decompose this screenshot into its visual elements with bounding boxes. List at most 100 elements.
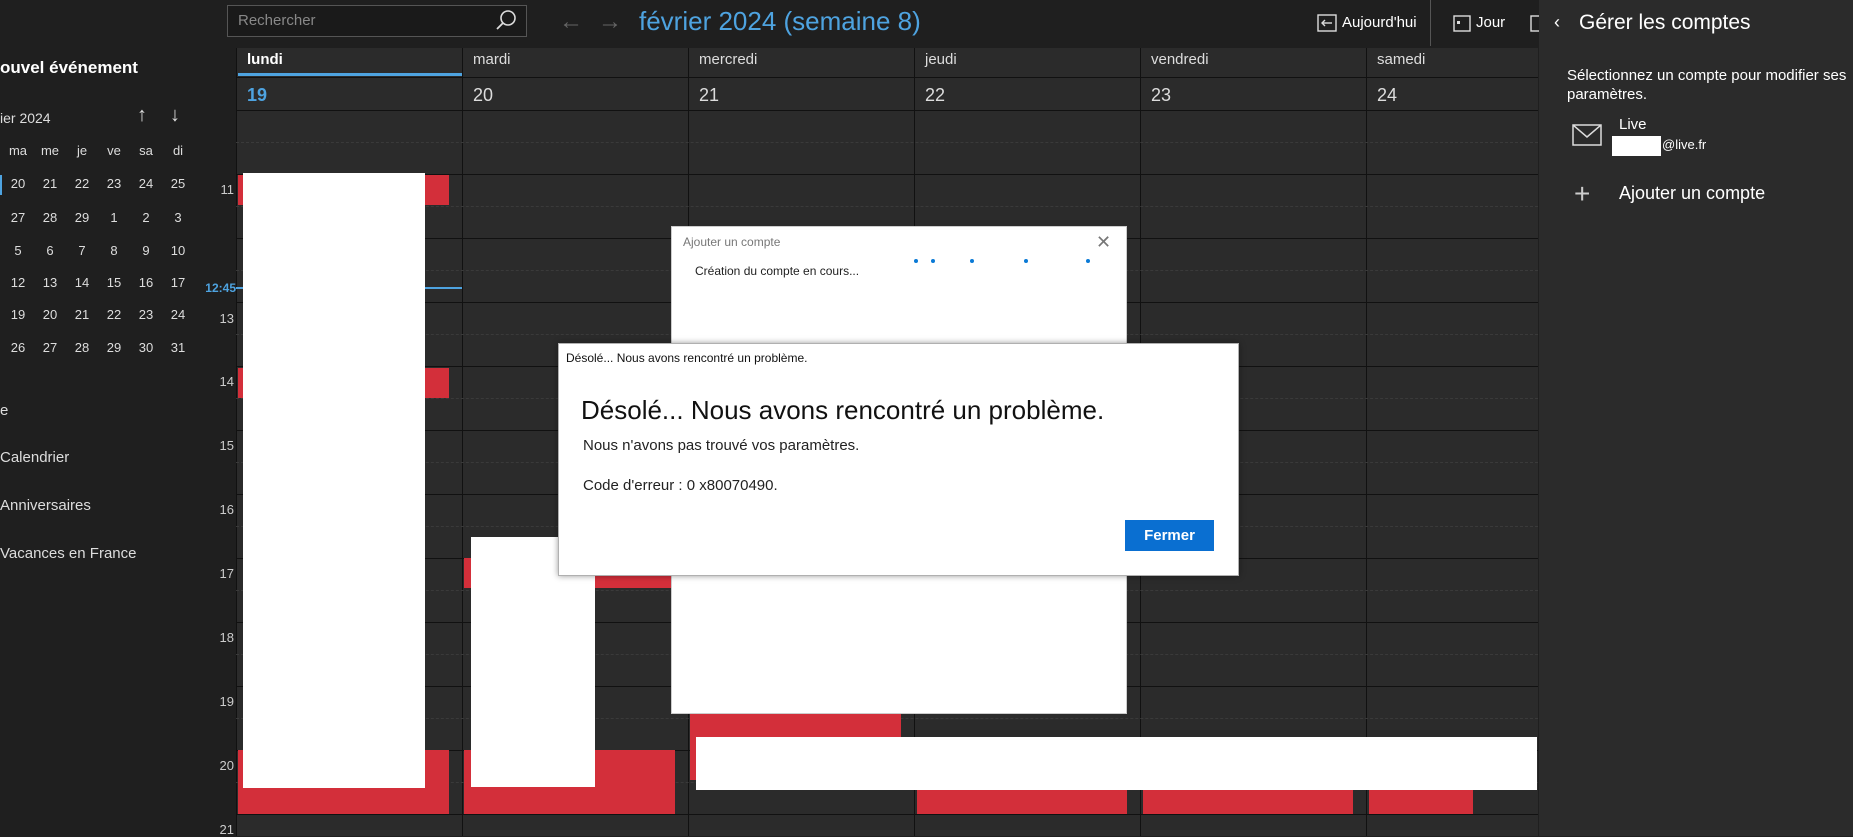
plus-icon[interactable]: + bbox=[1574, 178, 1590, 210]
mini-calendar-day[interactable]: 19 bbox=[4, 307, 32, 322]
progress-dot bbox=[1086, 259, 1090, 263]
search-icon[interactable] bbox=[494, 8, 518, 32]
mini-calendar-day[interactable]: 2 bbox=[132, 210, 160, 225]
day-view-icon[interactable] bbox=[1453, 14, 1471, 32]
redaction-block bbox=[696, 737, 1537, 790]
day-number[interactable]: 21 bbox=[699, 85, 719, 106]
half-hour-line bbox=[236, 142, 1538, 143]
day-name: samedi bbox=[1377, 51, 1426, 68]
mini-calendar-day[interactable]: 28 bbox=[36, 210, 64, 225]
mini-calendar-day[interactable]: 21 bbox=[68, 307, 96, 322]
weekday-head: ve bbox=[107, 143, 121, 158]
hour-line bbox=[236, 814, 1538, 815]
mini-calendar-day[interactable]: 31 bbox=[164, 340, 192, 355]
progress-dot bbox=[931, 259, 935, 263]
hour-label: 17 bbox=[219, 566, 234, 581]
mini-calendar-day[interactable]: 10 bbox=[164, 243, 192, 258]
weekday-head: me bbox=[40, 143, 60, 158]
mail-icon[interactable] bbox=[1572, 124, 1602, 146]
day-name: lundi bbox=[247, 51, 283, 68]
day-number[interactable]: 22 bbox=[925, 85, 945, 106]
half-hour-line bbox=[236, 206, 1538, 207]
today-underline bbox=[238, 73, 462, 76]
previous-week-icon[interactable]: ← bbox=[559, 8, 583, 36]
today-icon[interactable] bbox=[1317, 14, 1337, 32]
day-number[interactable]: 19 bbox=[247, 85, 267, 106]
mini-calendar-day[interactable]: 9 bbox=[132, 243, 160, 258]
toolbar-divider bbox=[1430, 0, 1431, 46]
progress-dot bbox=[1024, 259, 1028, 263]
mini-calendar-day[interactable]: 7 bbox=[68, 243, 96, 258]
progress-dot bbox=[970, 259, 974, 263]
mini-calendar-day[interactable]: 15 bbox=[100, 275, 128, 290]
add-account-button[interactable]: Ajouter un compte bbox=[1619, 183, 1765, 204]
mini-calendar-day[interactable]: 13 bbox=[36, 275, 64, 290]
new-event-button[interactable]: ouvel événement bbox=[0, 58, 138, 78]
day-number[interactable]: 20 bbox=[473, 85, 493, 106]
mini-calendar-day[interactable]: 8 bbox=[100, 243, 128, 258]
mini-calendar-day[interactable]: 27 bbox=[36, 340, 64, 355]
weekday-head: sa bbox=[139, 143, 153, 158]
day-name: jeudi bbox=[925, 51, 957, 68]
today-button[interactable]: Aujourd'hui bbox=[1342, 14, 1417, 31]
mini-calendar-day[interactable]: 16 bbox=[132, 275, 160, 290]
mini-calendar-day[interactable]: 21 bbox=[36, 176, 64, 191]
mini-calendar-day[interactable]: 3 bbox=[164, 210, 192, 225]
day-view-button[interactable]: Jour bbox=[1476, 14, 1505, 31]
selected-week-marker bbox=[0, 175, 2, 195]
hour-label: 21 bbox=[219, 822, 234, 837]
calendar-item-anniversaires[interactable]: Anniversaires bbox=[0, 497, 91, 514]
day-name: vendredi bbox=[1151, 51, 1209, 68]
hour-line bbox=[236, 110, 1538, 111]
arrow-up-icon[interactable]: ↑ bbox=[137, 104, 147, 127]
mini-calendar-day[interactable]: 22 bbox=[68, 176, 96, 191]
error-code: Code d'erreur : 0 x80070490. bbox=[583, 477, 778, 494]
day-name: mercredi bbox=[699, 51, 758, 68]
day-number[interactable]: 23 bbox=[1151, 85, 1171, 106]
manage-accounts-title: Gérer les comptes bbox=[1579, 11, 1751, 34]
error-message: Nous n'avons pas trouvé vos paramètres. bbox=[583, 437, 860, 454]
mini-calendar-day[interactable]: 28 bbox=[68, 340, 96, 355]
mini-calendar-day[interactable]: 24 bbox=[164, 307, 192, 322]
hour-label: 18 bbox=[219, 630, 234, 645]
hour-label: 14 bbox=[219, 374, 234, 389]
mini-calendar-day[interactable]: 6 bbox=[36, 243, 64, 258]
calendar-item-calendrier[interactable]: Calendrier bbox=[0, 449, 69, 466]
mini-calendar-day[interactable]: 12 bbox=[4, 275, 32, 290]
progress-dot bbox=[914, 259, 918, 263]
mini-calendar-day[interactable]: 5 bbox=[4, 243, 32, 258]
close-icon[interactable]: ✕ bbox=[1096, 232, 1111, 253]
weekday-head: je bbox=[76, 143, 88, 158]
calendar-item-vacances[interactable]: Vacances en France bbox=[0, 545, 136, 562]
week-title: février 2024 (semaine 8) bbox=[639, 6, 921, 36]
mini-calendar-day[interactable]: 20 bbox=[36, 307, 64, 322]
arrow-down-icon[interactable]: ↓ bbox=[170, 104, 180, 127]
mini-calendar-day[interactable]: 30 bbox=[132, 340, 160, 355]
week-view-icon[interactable] bbox=[1530, 14, 1539, 32]
current-time-label: 12:45 bbox=[205, 281, 236, 295]
mini-calendar-day[interactable]: 20 bbox=[4, 176, 32, 191]
close-button[interactable]: Fermer bbox=[1125, 520, 1214, 551]
day-name: mardi bbox=[473, 51, 511, 68]
mini-calendar-day[interactable]: 26 bbox=[4, 340, 32, 355]
mini-calendar-day[interactable]: 27 bbox=[4, 210, 32, 225]
back-icon[interactable]: ‹ bbox=[1554, 12, 1560, 33]
day-number[interactable]: 24 bbox=[1377, 85, 1397, 106]
next-week-icon[interactable]: → bbox=[598, 8, 622, 36]
mini-calendar-day[interactable]: 23 bbox=[132, 307, 160, 322]
account-name[interactable]: Live bbox=[1619, 116, 1647, 133]
mini-calendar-day[interactable]: 24 bbox=[132, 176, 160, 191]
mini-calendar-day[interactable]: 29 bbox=[68, 210, 96, 225]
hour-label: 11 bbox=[220, 182, 235, 197]
mini-calendar-month[interactable]: ier 2024 bbox=[0, 110, 51, 126]
mini-calendar-day[interactable]: 22 bbox=[100, 307, 128, 322]
section-label: e bbox=[0, 402, 9, 419]
mini-calendar-day[interactable]: 1 bbox=[100, 210, 128, 225]
manage-accounts-description: Sélectionnez un compte pour modifier ses… bbox=[1567, 67, 1847, 103]
mini-calendar-day[interactable]: 14 bbox=[68, 275, 96, 290]
mini-calendar-day[interactable]: 17 bbox=[164, 275, 192, 290]
account-email[interactable]: @live.fr bbox=[1662, 137, 1706, 152]
mini-calendar-day[interactable]: 23 bbox=[100, 176, 128, 191]
mini-calendar-day[interactable]: 29 bbox=[100, 340, 128, 355]
mini-calendar-day[interactable]: 25 bbox=[164, 176, 192, 191]
